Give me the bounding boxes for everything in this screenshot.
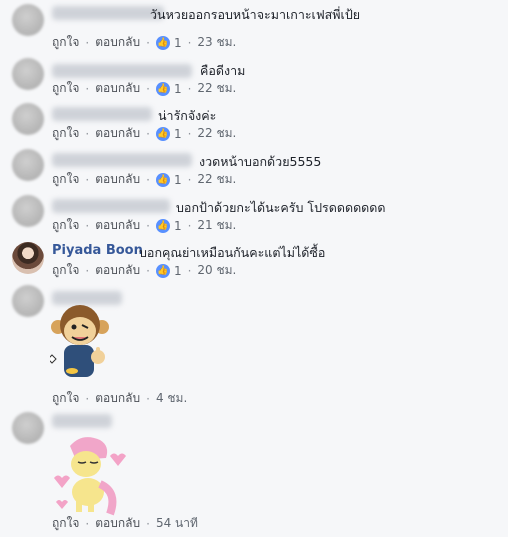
timestamp[interactable]: 22 ชม.	[197, 124, 236, 143]
timestamp[interactable]: 21 ชม.	[197, 216, 236, 235]
like-link[interactable]: ถูกใจ	[52, 216, 79, 235]
reaction-count[interactable]: 1	[174, 173, 182, 187]
like-link[interactable]: ถูกใจ	[52, 33, 79, 52]
like-link[interactable]: ถูกใจ	[52, 124, 79, 143]
avatar[interactable]	[12, 242, 44, 274]
like-link[interactable]: ถูกใจ	[52, 261, 79, 280]
reply-link[interactable]: ตอบกลับ	[95, 124, 140, 143]
comment-actions: ถูกใจ · ตอบกลับ · 👍 1 · 22 ชม.	[52, 170, 236, 189]
reaction-count[interactable]: 1	[174, 127, 182, 141]
comment-actions: ถูกใจ · ตอบกลับ · 54 นาที	[52, 514, 198, 533]
reaction-count[interactable]: 1	[174, 219, 182, 233]
reply-link[interactable]: ตอบกลับ	[95, 389, 140, 408]
like-link[interactable]: ถูกใจ	[52, 170, 79, 189]
comment: วันหวยออกรอบหน้าจะมาเกาะเฟสพี่เป้ย ถูกใจ…	[0, 2, 508, 50]
comment-actions: ถูกใจ · ตอบกลับ · 👍 1 · 22 ชม.	[52, 124, 236, 143]
timestamp[interactable]: 20 ชม.	[197, 261, 236, 280]
comment-text: บอกคุณย่าเหมือนกันคะแต่ไม่ได้ซื้อ	[139, 245, 326, 260]
thumbs-up-icon[interactable]: 👍	[155, 263, 170, 278]
pink-pony-sticker[interactable]	[48, 430, 128, 520]
comment-text: คือดีงาม	[200, 63, 246, 78]
reply-link[interactable]: ตอบกลับ	[95, 261, 140, 280]
comment-actions: ถูกใจ · ตอบกลับ · 👍 1 · 20 ชม.	[52, 261, 236, 280]
comment-actions: ถูกใจ · ตอบกลับ · 4 ชม.	[52, 389, 187, 408]
comment: ถูกใจ · ตอบกลับ · 4 ชม.	[0, 285, 508, 408]
comment-text: วันหวยออกรอบหน้าจะมาเกาะเฟสพี่เป้ย	[150, 7, 361, 22]
comment: คือดีงาม ถูกใจ · ตอบกลับ · 👍 1 · 22 ชม.	[0, 58, 508, 102]
avatar[interactable]	[12, 195, 44, 227]
comment-text: งวดหน้าบอกด้วย5555	[199, 154, 322, 169]
reply-link[interactable]: ตอบกลับ	[95, 33, 140, 52]
commenter-name[interactable]	[52, 414, 112, 428]
comment-text: บอกป้าด้วยกะได้นะครับ โปรดดดดดดด	[176, 200, 386, 215]
timestamp[interactable]: 22 ชม.	[197, 79, 236, 98]
reaction-count[interactable]: 1	[174, 264, 182, 278]
commenter-name[interactable]: Piyada Boon	[52, 243, 143, 258]
thumbs-up-icon[interactable]: 👍	[155, 35, 170, 50]
thumbs-up-icon[interactable]: 👍	[155, 81, 170, 96]
commenter-name[interactable]	[52, 107, 152, 121]
thumbs-up-icon[interactable]: 👍	[155, 218, 170, 233]
monkey-thumbs-up-sticker[interactable]	[50, 303, 110, 389]
reaction-count[interactable]: 1	[174, 36, 182, 50]
timestamp[interactable]: 4 ชม.	[156, 389, 187, 408]
reply-link[interactable]: ตอบกลับ	[95, 216, 140, 235]
comment: ถูกใจ · ตอบกลับ · 54 นาที	[0, 410, 508, 537]
comment: น่ารักจังค่ะ ถูกใจ · ตอบกลับ · 👍 1 · 22 ชม.	[0, 103, 508, 147]
comment: Piyada Boon บอกคุณย่าเหมือนกันคะแต่ไม่ได…	[0, 240, 508, 284]
like-link[interactable]: ถูกใจ	[52, 389, 79, 408]
comment-actions: ถูกใจ · ตอบกลับ · 👍 1 · 23 ชม.	[52, 33, 236, 52]
like-link[interactable]: ถูกใจ	[52, 514, 79, 533]
timestamp[interactable]: 54 นาที	[156, 514, 198, 533]
timestamp[interactable]: 22 ชม.	[197, 170, 236, 189]
comment-actions: ถูกใจ · ตอบกลับ · 👍 1 · 21 ชม.	[52, 216, 236, 235]
comment: งวดหน้าบอกด้วย5555 ถูกใจ · ตอบกลับ · 👍 1 · …	[0, 149, 508, 193]
commenter-name[interactable]	[52, 153, 192, 167]
commenter-name[interactable]	[52, 199, 170, 213]
thumbs-up-icon[interactable]: 👍	[155, 126, 170, 141]
comment-actions: ถูกใจ · ตอบกลับ · 👍 1 · 22 ชม.	[52, 79, 236, 98]
thumbs-up-icon[interactable]: 👍	[155, 172, 170, 187]
reply-link[interactable]: ตอบกลับ	[95, 79, 140, 98]
comment-text: น่ารักจังค่ะ	[158, 108, 217, 123]
avatar[interactable]	[12, 149, 44, 181]
commenter-name[interactable]	[52, 64, 192, 78]
comment: บอกป้าด้วยกะได้นะครับ โปรดดดดดดด ถูกใจ · …	[0, 195, 508, 239]
like-link[interactable]: ถูกใจ	[52, 79, 79, 98]
reaction-count[interactable]: 1	[174, 82, 182, 96]
reply-link[interactable]: ตอบกลับ	[95, 514, 140, 533]
avatar[interactable]	[12, 4, 44, 36]
avatar[interactable]	[12, 285, 44, 317]
avatar[interactable]	[12, 103, 44, 135]
avatar[interactable]	[12, 58, 44, 90]
reply-link[interactable]: ตอบกลับ	[95, 170, 140, 189]
timestamp[interactable]: 23 ชม.	[197, 33, 236, 52]
avatar[interactable]	[12, 412, 44, 444]
commenter-name[interactable]	[52, 6, 164, 20]
